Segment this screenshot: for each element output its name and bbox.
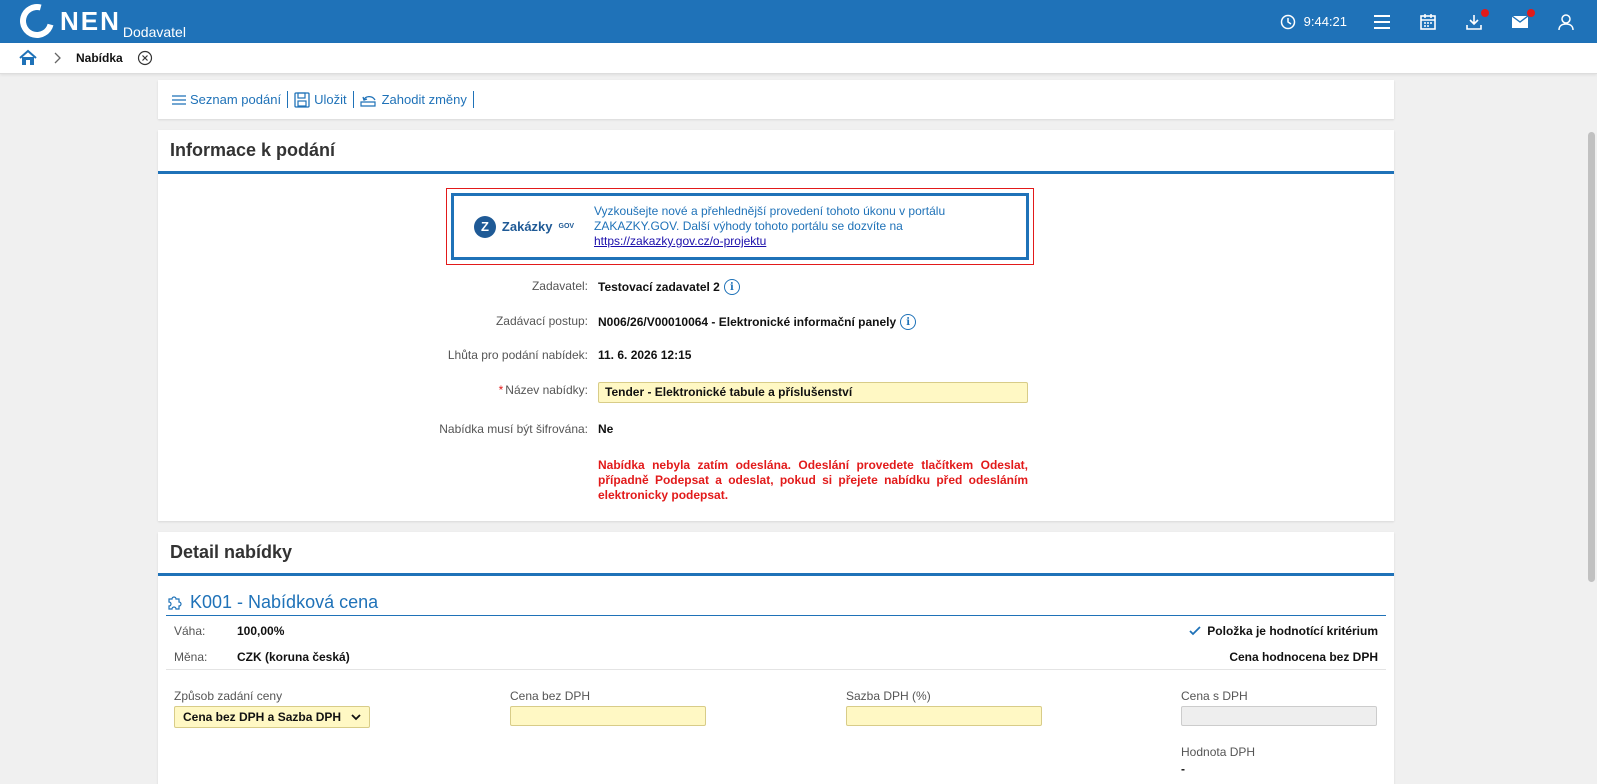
offer-name-input[interactable]: Tender - Elektronické tabule a příslušen…: [598, 382, 1028, 403]
vaha-value: 100,00%: [237, 624, 285, 638]
calendar-icon: [1420, 13, 1436, 30]
chevron-down-icon: [351, 714, 361, 721]
postup-text: N006/26/V00010064 - Elektronické informa…: [598, 315, 897, 329]
messages-button[interactable]: [1509, 8, 1535, 33]
info-icon[interactable]: i: [900, 314, 917, 330]
offer-detail-panel: Detail nabídky K001 - Nabídková cena Váh…: [158, 532, 1394, 784]
role-label: Dodavatel: [122, 24, 186, 40]
list-submissions-label: Seznam podání: [190, 92, 282, 107]
evaluation-criterion-flag: Položka je hodnotící kritérium: [1189, 624, 1378, 638]
price-without-vat-note: Cena hodnocena bez DPH: [1229, 650, 1378, 664]
price-mode-label: Způsob zadání ceny: [174, 689, 283, 703]
required-mark: *: [498, 383, 504, 397]
submission-info-panel: Informace k podání Z Zakázky GOV Vyzkouše…: [158, 130, 1394, 521]
mail-icon: [1511, 14, 1529, 28]
list-icon: [172, 94, 186, 105]
download-icon: [1466, 14, 1482, 30]
section-title: Detail nabídky: [158, 532, 1394, 576]
action-toolbar: Seznam podání Uložit Zahodit změny: [158, 80, 1394, 119]
scrollbar-thumb[interactable]: [1588, 132, 1595, 582]
zadavatel-text: Testovací zadavatel 2: [598, 280, 720, 294]
zakazky-logo-icon: Z: [473, 215, 496, 238]
criterion-title: K001 - Nabídková cena: [190, 592, 379, 612]
discard-changes-button[interactable]: Zahodit změny: [354, 91, 474, 108]
lhuta-value: 11. 6. 2026 12:15: [598, 348, 692, 362]
user-icon: [1558, 13, 1574, 30]
floppy-icon: [294, 91, 310, 108]
top-bar: NEN Dodavatel 9:44:21: [0, 0, 1597, 45]
info-icon[interactable]: i: [723, 279, 740, 295]
notification-dot: [1527, 8, 1535, 17]
nen-logo[interactable]: NEN Dodavatel: [13, 0, 186, 45]
price-with-vat-label: Cena s DPH: [1181, 689, 1248, 703]
price-without-vat-label: Cena bez DPH: [510, 689, 591, 703]
criterion-header: K001 - Nabídková cena: [166, 590, 1386, 616]
vat-amount-label: Hodnota DPH: [1181, 745, 1256, 759]
price-mode-select[interactable]: Cena bez DPH a Sazba DPH: [174, 706, 370, 728]
evaluation-criterion-text: Položka je hodnotící kritérium: [1207, 624, 1378, 638]
zakazky-brand-sup: GOV: [558, 223, 575, 230]
save-button[interactable]: Uložit: [288, 91, 354, 108]
session-timer[interactable]: 9:44:21: [1280, 14, 1347, 30]
save-label: Uložit: [314, 92, 347, 107]
breadcrumb: Nabídka: [0, 43, 1597, 74]
section-title: Informace k podání: [158, 130, 1394, 174]
time-display: 9:44:21: [1303, 14, 1347, 29]
zakazky-promo-banner: Z Zakázky GOV Vyzkoušejte nové a přehledn…: [446, 188, 1034, 265]
vat-rate-input[interactable]: [846, 706, 1042, 726]
puzzle-icon: [168, 595, 182, 610]
banner-box: Z Zakázky GOV Vyzkoušejte nové a přehledn…: [451, 193, 1029, 260]
hamburger-icon: [1374, 14, 1390, 29]
mena-label: Měna:: [174, 650, 208, 664]
chevron-right-icon: [54, 52, 61, 64]
close-tab-icon[interactable]: [137, 50, 153, 66]
zadavatel-label: Zadavatel:: [531, 279, 588, 293]
price-without-vat-input[interactable]: [510, 706, 706, 726]
check-icon: [1189, 626, 1201, 636]
list-submissions-button[interactable]: Seznam podání: [166, 91, 289, 108]
vaha-label: Váha:: [174, 624, 206, 638]
clock-icon: [1280, 14, 1295, 29]
zakazky-brand: Zakázky: [501, 219, 553, 234]
user-button[interactable]: [1555, 11, 1577, 33]
postup-value: N006/26/V00010064 - Elektronické informa…: [598, 314, 917, 330]
postup-label: Zadávací postup:: [495, 314, 588, 328]
price-mode-value: Cena bez DPH a Sazba DPH: [183, 710, 342, 724]
nazev-label-text: Název nabídky:: [505, 383, 588, 397]
zadavatel-value: Testovací zadavatel 2 i: [598, 279, 740, 295]
sifrovana-label: Nabídka musí být šifrována:: [439, 422, 588, 436]
zakazky-link[interactable]: https://zakazky.gov.cz/o-projektu: [594, 234, 766, 248]
lhuta-label: Lhůta pro podání nabídek:: [447, 348, 588, 362]
banner-text: Vyzkoušejte nové a přehlednější proveden…: [594, 204, 994, 249]
price-with-vat-input: [1181, 706, 1377, 726]
undo-icon: [359, 95, 376, 107]
banner-message: Vyzkoušejte nové a přehlednější proveden…: [594, 204, 946, 233]
mena-value: CZK (koruna česká): [237, 650, 350, 664]
vat-amount-value: -: [1181, 762, 1185, 776]
home-icon[interactable]: [18, 49, 38, 67]
discard-changes-label: Zahodit změny: [381, 92, 467, 107]
downloads-button[interactable]: [1463, 8, 1489, 33]
notification-dot: [1481, 8, 1489, 17]
not-sent-warning: Nabídka nebyla zatím odeslána. Odeslání …: [598, 458, 1028, 502]
breadcrumb-current: Nabídka: [76, 51, 123, 65]
logo-ring-icon: [13, 0, 61, 45]
menu-button[interactable]: [1371, 11, 1393, 33]
nazev-label: * Název nabídky:: [499, 383, 588, 397]
divider: [166, 669, 1386, 670]
sifrovana-value: Ne: [598, 422, 614, 436]
vat-rate-label: Sazba DPH (%): [846, 689, 931, 703]
logo-text: NEN: [60, 6, 121, 36]
top-actions: 9:44:21: [1280, 0, 1577, 43]
zakazky-logo: Z Zakázky GOV: [454, 215, 594, 238]
calendar-button[interactable]: [1417, 11, 1439, 33]
